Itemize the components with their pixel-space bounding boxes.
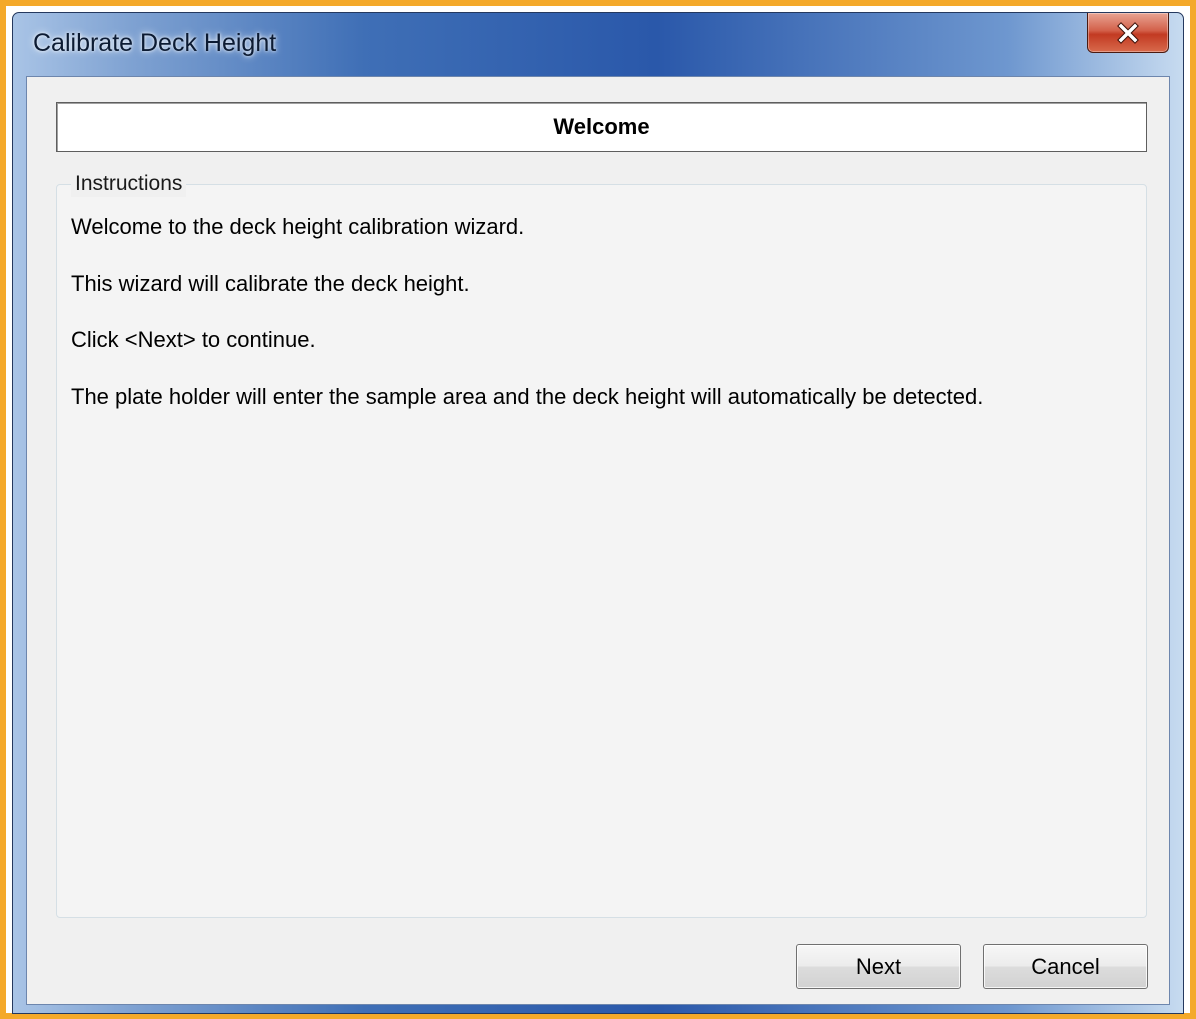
dialog-window: Calibrate Deck Height Welcome Instructio… bbox=[12, 12, 1184, 1014]
dialog-client-area: Welcome Instructions Welcome to the deck… bbox=[26, 76, 1170, 1005]
step-header: Welcome bbox=[56, 102, 1147, 152]
title-bar[interactable]: Calibrate Deck Height bbox=[13, 13, 1183, 75]
window-title: Calibrate Deck Height bbox=[33, 29, 277, 57]
instructions-groupbox: Instructions Welcome to the deck height … bbox=[56, 171, 1147, 918]
step-title: Welcome bbox=[553, 114, 650, 139]
instruction-line-welcome: Welcome to the deck height calibration w… bbox=[71, 214, 525, 239]
instruction-line-continue: Click <Next> to continue. bbox=[71, 327, 316, 352]
next-button[interactable]: Next bbox=[796, 944, 961, 989]
close-icon bbox=[1117, 21, 1139, 44]
close-button[interactable] bbox=[1087, 13, 1169, 53]
instructions-legend: Instructions bbox=[71, 171, 187, 197]
cancel-button[interactable]: Cancel bbox=[983, 944, 1148, 989]
instruction-line-purpose: This wizard will calibrate the deck heig… bbox=[71, 271, 470, 296]
instruction-line-detection: The plate holder will enter the sample a… bbox=[71, 384, 984, 409]
